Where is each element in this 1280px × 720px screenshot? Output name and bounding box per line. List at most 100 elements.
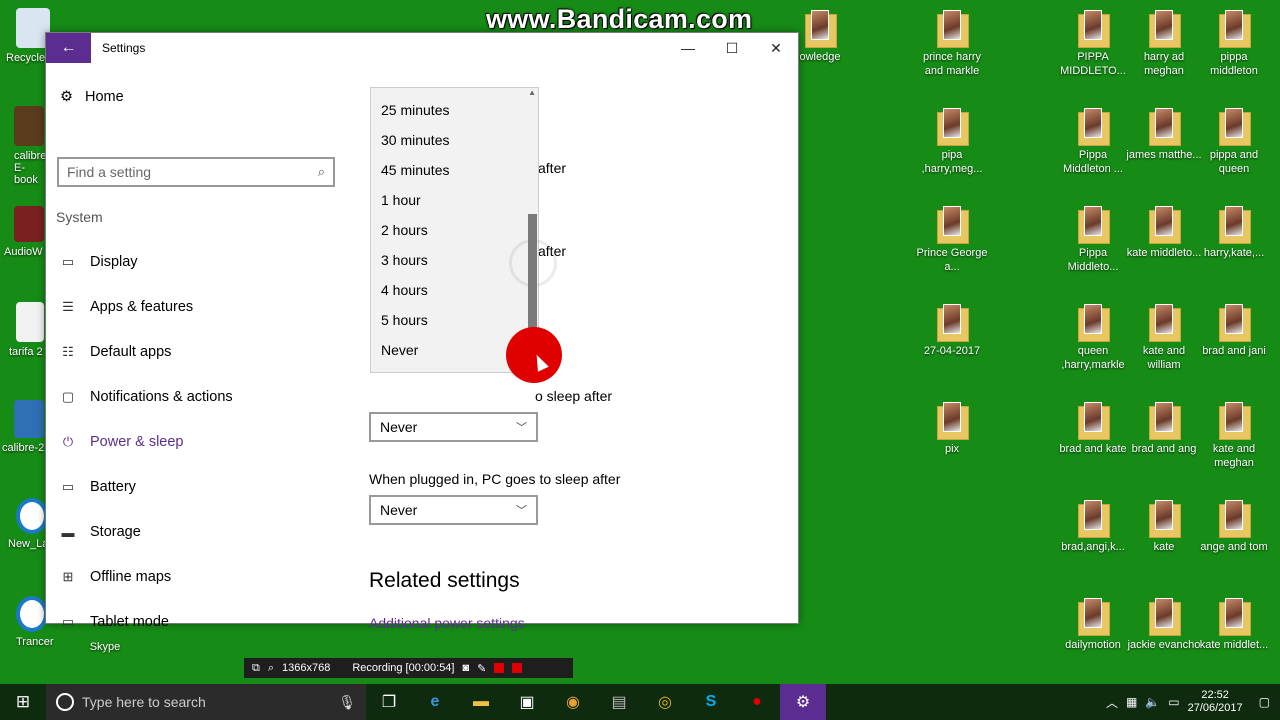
dropdown-value: Never bbox=[380, 419, 418, 435]
taskbar-chrome[interactable]: ◎ bbox=[642, 684, 688, 720]
start-button[interactable]: ⊞ bbox=[0, 684, 46, 720]
nav-item-display[interactable]: ▭ Display bbox=[60, 251, 138, 273]
desktop-folder[interactable]: brad and jani bbox=[1196, 304, 1272, 358]
monitor-icon: ▭ bbox=[61, 254, 75, 269]
nav-item-offline-maps[interactable]: ⊞ Offline maps bbox=[60, 566, 172, 588]
window-icon[interactable]: ⧉ bbox=[252, 662, 260, 675]
nav-item-tablet-mode[interactable]: ▭ Tablet mode bbox=[60, 611, 169, 633]
notification-icon: ▢ bbox=[61, 389, 75, 404]
folder-icon bbox=[1149, 206, 1181, 244]
nav-home[interactable]: ⚙ Home bbox=[60, 89, 124, 105]
taskbar-store[interactable]: ▣ bbox=[504, 684, 550, 720]
dropdown-option[interactable]: 45 minutes bbox=[371, 155, 538, 185]
chevron-up-icon[interactable]: ︿ bbox=[1106, 694, 1118, 711]
volume-icon[interactable]: 🔈 bbox=[1145, 695, 1160, 709]
additional-power-settings-link[interactable]: Additional power settings bbox=[369, 615, 525, 631]
desktop-folder[interactable]: harry ad meghan bbox=[1126, 10, 1202, 78]
taskbar-edge[interactable]: e bbox=[412, 684, 458, 720]
taskbar-bandicam[interactable]: ● bbox=[734, 684, 780, 720]
desktop-folder[interactable]: kate middlet... bbox=[1196, 598, 1272, 652]
desktop-folder[interactable]: 27-04-2017 bbox=[914, 304, 990, 358]
nav-item-power-sleep[interactable]: ⏻ Power & sleep bbox=[60, 431, 184, 453]
desktop-folder[interactable]: pippa and queen bbox=[1196, 108, 1272, 176]
taskbar-skype[interactable]: S bbox=[688, 684, 734, 720]
desktop-icon[interactable]: calibre E-book bbox=[0, 106, 46, 186]
desktop-icon[interactable]: AudioW bbox=[0, 206, 46, 258]
back-button[interactable]: ← bbox=[46, 33, 91, 63]
maximize-button[interactable]: ☐ bbox=[710, 33, 754, 63]
find-setting-input[interactable]: Find a setting ⌕ bbox=[57, 157, 335, 187]
taskbar-search[interactable]: Type here to search 🎙 bbox=[46, 684, 366, 720]
taskbar-search-placeholder: Type here to search bbox=[82, 694, 206, 710]
desktop-folder[interactable]: james matthe... bbox=[1126, 108, 1202, 162]
microphone-icon[interactable]: 🎙 bbox=[338, 694, 356, 711]
skype-icon: S bbox=[705, 693, 717, 710]
sleep-battery-dropdown[interactable]: Never ﹀ bbox=[369, 412, 538, 442]
task-view-button[interactable]: ❐ bbox=[366, 684, 412, 720]
desktop-folder[interactable]: brad and kate bbox=[1055, 402, 1131, 456]
desktop-folder[interactable]: pix bbox=[914, 402, 990, 456]
desktop-folder[interactable]: kate middleto... bbox=[1126, 206, 1202, 260]
desktop-folder[interactable]: Prince George a... bbox=[914, 206, 990, 274]
desktop-folder[interactable]: ange and tom bbox=[1196, 500, 1272, 554]
desktop-folder[interactable]: brad and ang bbox=[1126, 402, 1202, 456]
desktop-folder[interactable]: jackie evancho bbox=[1126, 598, 1202, 652]
close-button[interactable]: ✕ bbox=[754, 33, 798, 63]
magnifier-icon[interactable]: ⌕ bbox=[268, 662, 274, 675]
dropdown-option[interactable]: 4 hours bbox=[371, 275, 538, 305]
folder-icon bbox=[1078, 108, 1110, 146]
knowledge-desktop-icon[interactable]: owledge bbox=[790, 10, 850, 64]
desktop-folder[interactable]: queen ,harry,markle bbox=[1055, 304, 1131, 372]
desktop-icon[interactable]: Recycle bbox=[0, 8, 50, 64]
stop-icon[interactable] bbox=[512, 663, 523, 673]
dropdown-option[interactable]: 2 hours bbox=[371, 215, 538, 245]
desktop-folder[interactable]: prince harry and markle bbox=[914, 10, 990, 78]
dropdown-option[interactable]: 5 hours bbox=[371, 305, 538, 335]
desktop-icon[interactable]: calibre-2 bbox=[0, 400, 46, 454]
audio-icon bbox=[14, 206, 44, 242]
nav-item-storage[interactable]: ▬ Storage bbox=[60, 521, 141, 543]
nav-item-battery[interactable]: ▭ Battery bbox=[60, 476, 136, 498]
desktop-folder[interactable]: kate and william bbox=[1126, 304, 1202, 372]
desktop-folder[interactable]: kate bbox=[1126, 500, 1202, 554]
dropdown-option[interactable]: 1 hour bbox=[371, 185, 538, 215]
folder-icon bbox=[1219, 304, 1251, 342]
dropdown-option[interactable]: 25 minutes bbox=[371, 95, 538, 125]
minimize-button[interactable]: — bbox=[666, 33, 710, 63]
pencil-icon[interactable]: ✎ bbox=[477, 662, 486, 675]
dropdown-option[interactable]: 30 minutes bbox=[371, 125, 538, 155]
desktop-icon[interactable]: Trancer bbox=[0, 596, 54, 648]
taskbar-app[interactable]: ▤ bbox=[596, 684, 642, 720]
desktop-folder[interactable]: Pippa Middleton ... bbox=[1055, 108, 1131, 176]
nav-item-apps-features[interactable]: ☰ Apps & features bbox=[60, 296, 193, 318]
desktop-icon[interactable]: tarifa 2 bbox=[0, 302, 46, 358]
network-icon[interactable]: ▦ bbox=[1126, 695, 1137, 709]
taskbar-explorer[interactable]: ▬ bbox=[458, 684, 504, 720]
settings-window: ← Settings — ☐ ✕ ⚙ Home Find a setting ⌕… bbox=[45, 32, 799, 631]
desktop-folder[interactable]: PIPPA MIDDLETO... bbox=[1055, 10, 1131, 78]
nav-item-default-apps[interactable]: ☷ Default apps bbox=[60, 341, 171, 363]
desktop-folder[interactable]: Pippa Middleto... bbox=[1055, 206, 1131, 274]
desktop-folder[interactable]: kate and meghan bbox=[1196, 402, 1272, 470]
pause-icon[interactable] bbox=[494, 663, 505, 673]
clock[interactable]: 22:52 27/06/2017 bbox=[1188, 689, 1243, 715]
taskbar-settings[interactable]: ⚙ bbox=[780, 684, 826, 720]
camera-icon[interactable]: ◙ bbox=[463, 662, 470, 674]
scroll-up-icon[interactable]: ▲ bbox=[528, 88, 536, 97]
desktop-folder[interactable]: dailymotion bbox=[1055, 598, 1131, 652]
windows-icon: ⊞ bbox=[15, 692, 31, 711]
system-tray: ︿ ▦ 🔈 ▭ 22:52 27/06/2017 ▢ bbox=[1106, 689, 1280, 715]
folder-icon bbox=[1149, 10, 1181, 48]
desktop-folder[interactable]: pipa ,harry,meg... bbox=[914, 108, 990, 176]
desktop-folder[interactable]: brad,angi,k... bbox=[1055, 500, 1131, 554]
desktop-folder[interactable]: pippa middleton bbox=[1196, 10, 1272, 78]
desktop-folder[interactable]: harry,kate,... bbox=[1196, 206, 1272, 260]
language-icon[interactable]: ▭ bbox=[1168, 695, 1179, 709]
nav-item-notifications[interactable]: ▢ Notifications & actions bbox=[60, 386, 233, 408]
desktop-icon[interactable]: New_La bbox=[0, 498, 48, 550]
taskbar-app[interactable]: ◉ bbox=[550, 684, 596, 720]
sleep-plugged-dropdown[interactable]: Never ﹀ bbox=[369, 495, 538, 525]
action-center-icon[interactable]: ▢ bbox=[1259, 695, 1270, 709]
power-icon: ⏻ bbox=[62, 434, 74, 449]
time-dropdown-list[interactable]: 25 minutes 30 minutes 45 minutes 1 hour … bbox=[370, 87, 539, 373]
